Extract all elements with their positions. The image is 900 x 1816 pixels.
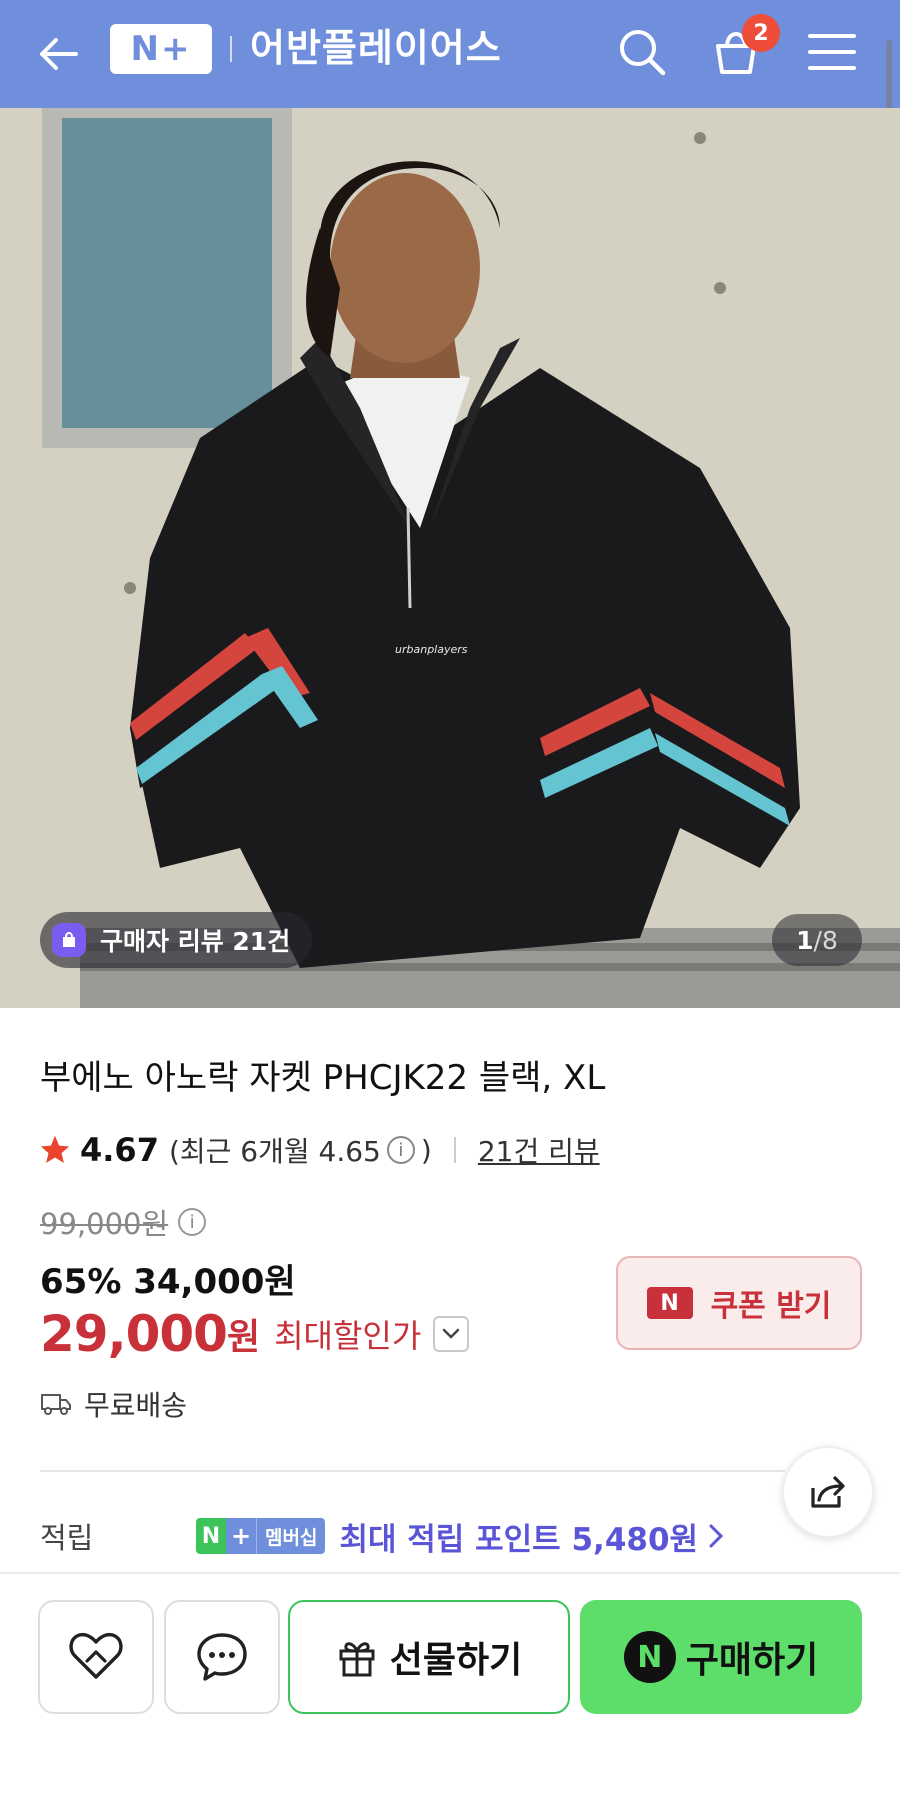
membership-label: 멤버십 [256,1518,326,1554]
shipping-label: 무료배송 [84,1389,188,1422]
truck-icon [41,1394,71,1415]
share-button[interactable] [782,1446,874,1538]
rating-score: 4.67 [80,1131,159,1169]
product-image-carousel[interactable]: urbanplayers [0,108,900,1008]
back-arrow-icon [40,38,78,70]
chevron-right-icon [709,1524,724,1548]
back-button[interactable] [26,22,90,86]
chest-logo-text: urbanplayers [395,643,468,656]
rating-separator [453,1137,456,1163]
buy-button-label: 구매하기 [685,1640,819,1681]
review-count-link[interactable]: 21건 리뷰 [478,1130,600,1170]
chevron-down-icon[interactable] [433,1316,470,1352]
shipping-row: 무료배송 [40,1382,187,1426]
top-header: N+ 어반플레이어스 2 [0,0,900,108]
naver-pay-icon: N [623,1631,676,1683]
original-price: 99,000원 [40,1207,169,1241]
menu-icon [808,34,856,70]
rating-row: 4.67 (최근 6개월 4.65 i ) 21건 리뷰 [38,1128,600,1172]
buy-button[interactable]: N 구매하기 [580,1600,862,1714]
talk-talk-button[interactable] [164,1600,280,1714]
max-discount-price: 29,000 [40,1305,228,1363]
section-divider [40,1470,785,1472]
recent-rating-text: (최근 6개월 4.65 [168,1135,381,1168]
heart-icon [69,1632,123,1679]
chat-icon [197,1633,247,1681]
recent-rating-close: ) [420,1133,432,1167]
store-name[interactable]: 어반플레이어스 [250,20,502,76]
bottom-action-bar: 선물하기 N 구매하기 [0,1572,900,1816]
product-photo: urbanplayers [0,108,900,1008]
original-price-row: 99,000원 i [40,1202,207,1242]
max-discount-unit: 원 [226,1317,261,1358]
gift-icon [339,1642,375,1677]
page-total: /8 [813,925,838,955]
naver-coupon-badge: N [646,1287,693,1319]
naver-plus-logo[interactable]: N+ [110,24,212,74]
cart-count-badge: 2 [742,14,780,52]
info-icon[interactable]: i [386,1136,415,1164]
page-current: 1 [796,925,814,955]
search-button[interactable] [610,20,674,84]
share-icon [811,1476,845,1508]
price-info-icon[interactable]: i [178,1208,207,1236]
logo-separator [230,36,232,62]
review-chip-label: 구매자 리뷰 21건 [100,927,291,956]
buyer-review-chip[interactable]: 구매자 리뷰 21건 [40,912,313,968]
menu-button[interactable] [800,20,864,84]
star-icon [40,1135,70,1164]
badge-plus: + [226,1518,256,1554]
badge-n: N [196,1518,226,1554]
gift-button-label: 선물하기 [389,1640,523,1681]
coupon-download-button[interactable]: N 쿠폰 받기 [616,1256,862,1350]
max-points-text: 최대 적립 포인트 5,480원 [339,1521,699,1558]
naver-plus-membership-badge: N + 멤버십 [196,1518,326,1554]
max-discount-row[interactable]: 29,000 원 최대할인가 [40,1304,470,1364]
image-page-counter: 1 /8 [772,914,862,966]
max-discount-label: 최대할인가 [274,1317,422,1355]
logo-text: N+ [130,29,192,69]
points-label: 적립 [40,1521,94,1555]
gift-button[interactable]: 선물하기 [288,1600,570,1714]
points-row[interactable]: 적립 N + 멤버십 최대 적립 포인트 5,480원 [40,1512,726,1560]
shopping-bag-icon [52,923,86,957]
discount-price: 65% 34,000원 [40,1262,296,1302]
search-icon [620,30,666,76]
wishlist-button[interactable] [38,1600,154,1714]
product-title: 부에노 아노락 자켓 PHCJK22 블랙, XL [40,1058,606,1098]
coupon-button-label: 쿠폰 받기 [710,1289,832,1324]
